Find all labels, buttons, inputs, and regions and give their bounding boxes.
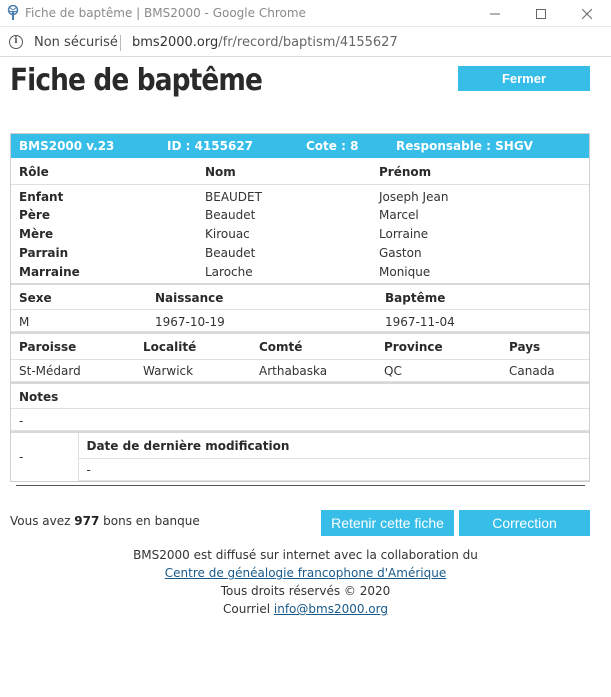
col-localite-header: Localité bbox=[135, 333, 251, 360]
correction-button[interactable]: Correction bbox=[459, 510, 590, 536]
close-icon bbox=[582, 8, 592, 19]
bank-prefix: Vous avez bbox=[10, 514, 71, 528]
minimize-icon bbox=[490, 13, 500, 14]
table-row: - bbox=[11, 458, 589, 481]
modification-value: - bbox=[78, 458, 589, 481]
notes-value: - bbox=[11, 408, 589, 431]
pays-value: Canada bbox=[501, 359, 589, 382]
divider bbox=[16, 485, 585, 486]
footer: BMS2000 est diffusé sur internet avec la… bbox=[0, 546, 611, 618]
footer-email-prefix: Courriel bbox=[223, 602, 271, 616]
table-row: Enfant BEAUDET Joseph Jean bbox=[11, 184, 589, 206]
bapteme-value: 1967-11-04 bbox=[377, 309, 589, 332]
table-row: - bbox=[11, 408, 589, 431]
province-value: QC bbox=[376, 359, 501, 382]
minimize-button[interactable] bbox=[472, 0, 518, 27]
table-row: Marraine Laroche Monique bbox=[11, 263, 589, 283]
person-role: Marraine bbox=[19, 264, 80, 279]
notes-table: Notes - bbox=[11, 381, 589, 431]
person-nom: Kirouac bbox=[205, 227, 250, 241]
col-comte-header: Comté bbox=[251, 333, 376, 360]
col-bapteme-header: Baptême bbox=[377, 283, 589, 310]
sexe-value: M bbox=[11, 309, 147, 332]
bank-suffix: bons en banque bbox=[103, 514, 200, 528]
person-prenom: Lorraine bbox=[379, 227, 429, 241]
naissance-value: 1967-10-19 bbox=[147, 309, 377, 332]
record-cote: Cote : 8 bbox=[306, 139, 359, 153]
table-row: Parrain Beaudet Gaston bbox=[11, 244, 589, 263]
page-content: Fiche de baptême Fermer BMS2000 v.23 ID … bbox=[0, 58, 611, 697]
col-sexe-header: Sexe bbox=[11, 283, 147, 310]
col-nom-header: Nom bbox=[197, 158, 371, 185]
retain-record-button[interactable]: Retenir cette fiche bbox=[321, 510, 454, 536]
person-prenom: Joseph Jean bbox=[379, 189, 449, 204]
footer-line1: BMS2000 est diffusé sur internet avec la… bbox=[133, 548, 478, 562]
url-path: /fr/record/baptism/4155627 bbox=[218, 35, 398, 50]
address-bar[interactable]: i Non sécurisé bms2000.org/fr/record/bap… bbox=[0, 28, 611, 57]
person-prenom: Gaston bbox=[379, 246, 422, 260]
person-role: Mère bbox=[19, 227, 54, 241]
page-title: Fiche de baptême bbox=[10, 63, 263, 98]
localite-value: Warwick bbox=[135, 359, 251, 382]
footer-copyright: Tous droits réservés © 2020 bbox=[220, 584, 391, 598]
col-prenom-header: Prénom bbox=[371, 158, 589, 185]
col-paroisse-header: Paroisse bbox=[11, 333, 135, 360]
maximize-icon bbox=[536, 8, 546, 19]
address-separator bbox=[120, 35, 121, 51]
window-close-button[interactable] bbox=[564, 0, 610, 27]
person-prenom: Monique bbox=[379, 264, 431, 279]
paroisse-value: St-Médard bbox=[11, 359, 135, 382]
person-nom: Beaudet bbox=[205, 208, 256, 222]
person-nom: Beaudet bbox=[205, 246, 256, 260]
col-naissance-header: Naissance bbox=[147, 283, 377, 310]
email-link[interactable]: info@bms2000.org bbox=[274, 602, 388, 616]
info-icon[interactable]: i bbox=[9, 35, 23, 49]
notes-header: Notes bbox=[11, 382, 589, 409]
person-role: Enfant bbox=[19, 189, 64, 204]
record-header: BMS2000 v.23 ID : 4155627 Cote : 8 Respo… bbox=[11, 134, 589, 158]
security-label[interactable]: Non sécurisé bbox=[34, 35, 118, 50]
tree-favicon-icon bbox=[7, 5, 19, 20]
person-nom: Laroche bbox=[205, 264, 253, 279]
record-id: ID : 4155627 bbox=[167, 139, 254, 153]
modification-table: - Date de dernière modification - bbox=[11, 431, 589, 481]
baptism-record: BMS2000 v.23 ID : 4155627 Cote : 8 Respo… bbox=[10, 133, 590, 482]
table-row: Mère Kirouac Lorraine bbox=[11, 225, 589, 244]
person-prenom: Marcel bbox=[379, 208, 419, 222]
bank-balance: Vous avez 977 bons en banque bbox=[10, 514, 200, 528]
col-role-header: Rôle bbox=[11, 158, 197, 185]
col-pays-header: Pays bbox=[501, 333, 589, 360]
record-version: BMS2000 v.23 bbox=[19, 139, 115, 153]
bank-count: 977 bbox=[74, 514, 100, 528]
comte-value: Arthabaska bbox=[251, 359, 376, 382]
people-table: Rôle Nom Prénom Enfant BEAUDET Joseph Je… bbox=[11, 158, 589, 283]
col-province-header: Province bbox=[376, 333, 501, 360]
window-titlebar: Fiche de baptême | BMS2000 - Google Chro… bbox=[0, 0, 611, 27]
table-row: Père Beaudet Marcel bbox=[11, 206, 589, 225]
place-table: Paroisse Localité Comté Province Pays St… bbox=[11, 332, 589, 382]
close-button[interactable]: Fermer bbox=[458, 66, 590, 91]
record-responsable: Responsable : SHGV bbox=[396, 139, 533, 153]
window-title: Fiche de baptême | BMS2000 - Google Chro… bbox=[25, 6, 306, 20]
person-role: Père bbox=[19, 208, 50, 222]
url-text[interactable]: bms2000.org/fr/record/baptism/4155627 bbox=[132, 35, 398, 50]
footer-email-line: Courriel info@bms2000.org bbox=[0, 600, 611, 618]
maximize-button[interactable] bbox=[518, 0, 564, 27]
person-nom: BEAUDET bbox=[205, 189, 262, 204]
table-row: M 1967-10-19 1967-11-04 bbox=[11, 309, 589, 332]
dates-table: Sexe Naissance Baptême M 1967-10-19 1967… bbox=[11, 282, 589, 332]
url-host: bms2000.org bbox=[132, 35, 219, 50]
modification-left-value: - bbox=[11, 432, 79, 480]
cgfa-link[interactable]: Centre de généalogie francophone d'Améri… bbox=[165, 566, 446, 580]
person-role: Parrain bbox=[19, 246, 69, 260]
modification-header: Date de dernière modification bbox=[78, 432, 589, 459]
table-row: St-Médard Warwick Arthabaska QC Canada bbox=[11, 359, 589, 382]
